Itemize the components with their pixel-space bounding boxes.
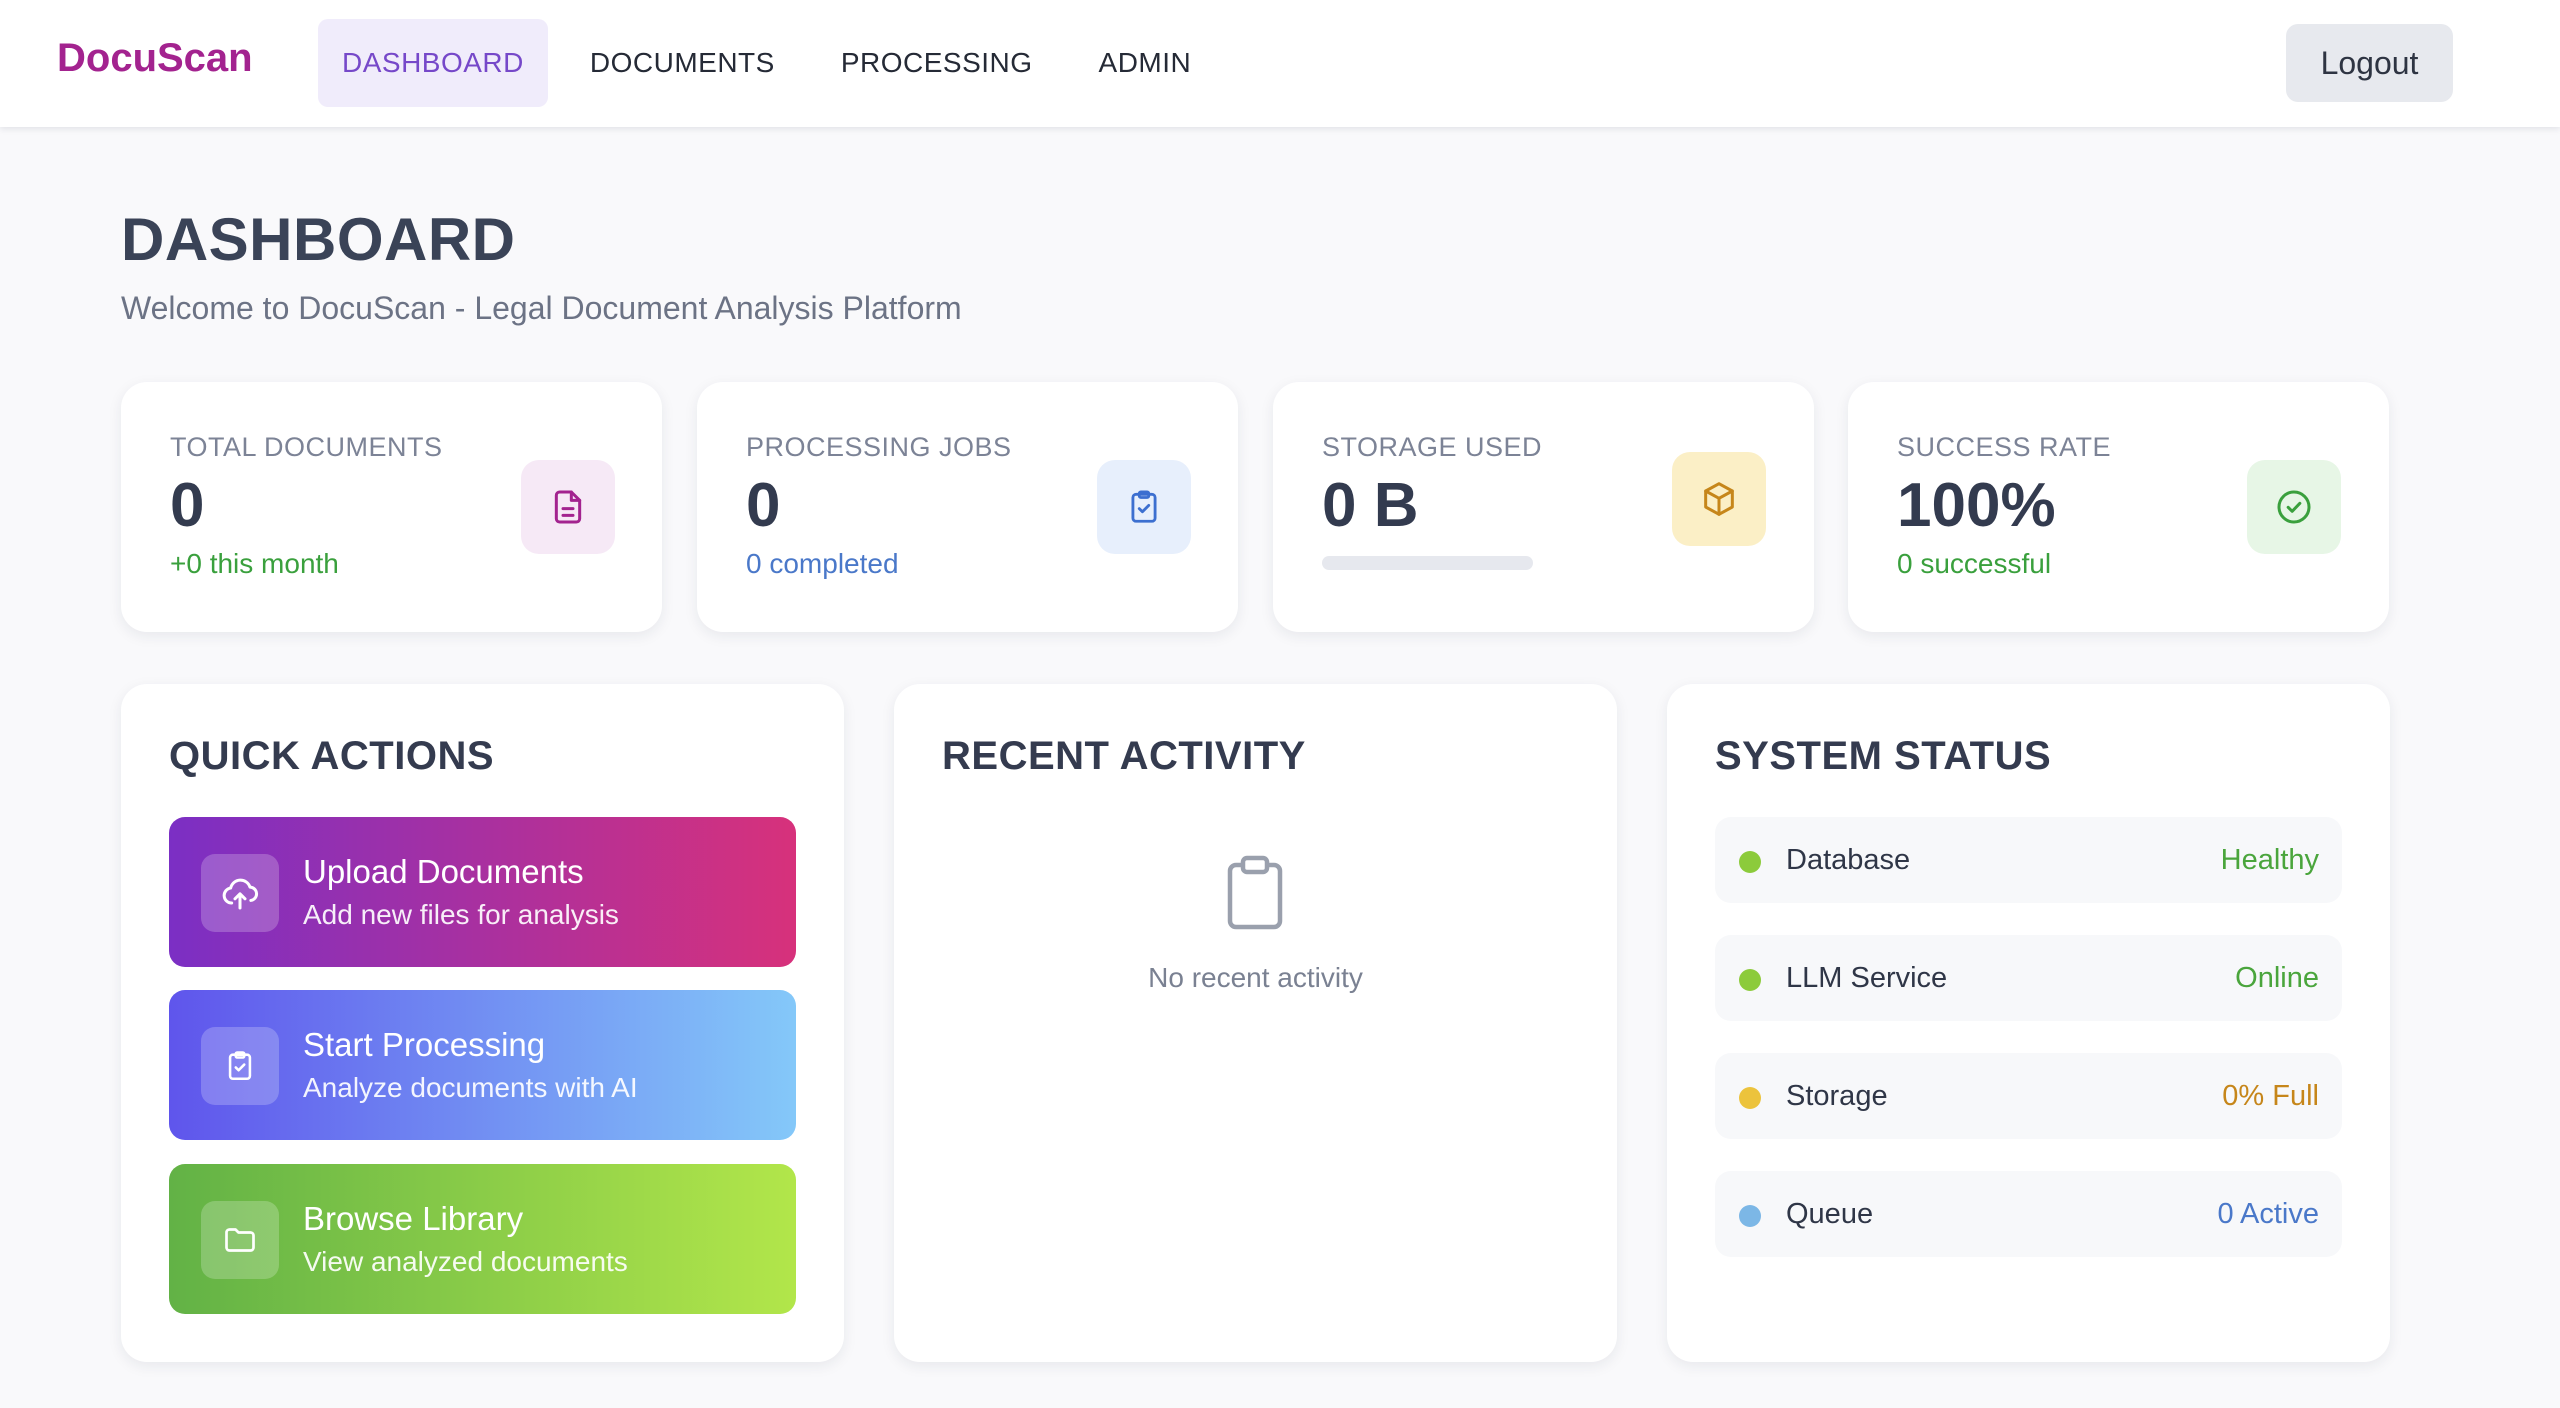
check-circle-icon [2247,460,2341,554]
action-subtitle: Add new files for analysis [303,899,619,930]
panel-title: SYSTEM STATUS [1715,734,2052,778]
document-icon [521,460,615,554]
status-name: LLM Service [1786,962,1948,994]
stat-card-storage-used: STORAGE USED 0 B [1273,382,1814,632]
system-status-panel: SYSTEM STATUS Database Healthy LLM Servi… [1667,684,2390,1362]
cloud-upload-icon [201,854,279,932]
action-title: Start Processing [303,1026,546,1063]
clipboard-check-icon [201,1027,279,1105]
stat-value: 100% [1897,471,2056,540]
stat-subtext: +0 this month [170,548,339,579]
nav-link-processing[interactable]: PROCESSING [817,19,1057,107]
stat-card-processing-jobs: PROCESSING JOBS 0 0 completed [697,382,1238,632]
stat-card-success-rate: SUCCESS RATE 100% 0 successful [1848,382,2389,632]
panel-title: QUICK ACTIONS [169,734,495,778]
recent-activity-panel: RECENT ACTIVITY No recent activity [894,684,1617,1362]
folder-icon [201,1201,279,1279]
empty-state-text: No recent activity [1148,962,1363,993]
nav-link-dashboard[interactable]: DASHBOARD [318,19,548,107]
top-navbar: DocuScan DASHBOARD DOCUMENTS PROCESSING … [0,0,2560,127]
stat-label: STORAGE USED [1322,432,1543,462]
stat-value: 0 [170,471,205,540]
status-dot [1739,969,1761,991]
stat-value: 0 B [1322,471,1419,540]
box-icon [1672,452,1766,546]
action-subtitle: Analyze documents with AI [303,1072,638,1103]
clipboard-check-icon [1097,460,1191,554]
status-name: Database [1786,844,1911,876]
page-title: DASHBOARD [121,206,516,273]
stat-value: 0 [746,471,781,540]
stat-card-total-documents: TOTAL DOCUMENTS 0 +0 this month [121,382,662,632]
status-row-database: Database Healthy [1715,817,2342,903]
status-name: Queue [1786,1198,1874,1230]
browse-library-button[interactable]: Browse Library View analyzed documents [169,1164,796,1314]
status-name: Storage [1786,1080,1888,1112]
start-processing-button[interactable]: Start Processing Analyze documents with … [169,990,796,1140]
status-value: Healthy [2220,844,2319,876]
stat-subtext: 0 successful [1897,548,2052,579]
status-row-queue: Queue 0 Active [1715,1171,2342,1257]
status-dot [1739,1087,1761,1109]
status-row-llm-service: LLM Service Online [1715,935,2342,1021]
stat-label: SUCCESS RATE [1897,432,2112,462]
status-dot [1739,1205,1761,1227]
status-dot [1739,851,1761,873]
status-row-storage: Storage 0% Full [1715,1053,2342,1139]
stat-subtext: 0 completed [746,548,899,579]
status-value: Online [2235,962,2319,994]
logout-button[interactable]: Logout [2286,24,2453,102]
stat-label: PROCESSING JOBS [746,432,1012,462]
status-value: 0% Full [2222,1080,2319,1112]
nav-links: DASHBOARD DOCUMENTS PROCESSING ADMIN [318,19,1215,107]
brand-logo[interactable]: DocuScan [57,36,253,81]
storage-progress-bar [1322,556,1533,570]
page-subtitle: Welcome to DocuScan - Legal Document Ana… [121,290,962,326]
nav-link-admin[interactable]: ADMIN [1075,19,1216,107]
nav-link-documents[interactable]: DOCUMENTS [566,19,799,107]
status-value: 0 Active [2217,1198,2319,1230]
action-subtitle: View analyzed documents [303,1246,628,1277]
upload-documents-button[interactable]: Upload Documents Add new files for analy… [169,817,796,967]
action-title: Upload Documents [303,853,584,890]
action-title: Browse Library [303,1200,524,1237]
quick-actions-panel: QUICK ACTIONS Upload Documents Add new f… [121,684,844,1362]
panel-title: RECENT ACTIVITY [942,734,1306,778]
clipboard-icon [1225,855,1285,936]
stat-label: TOTAL DOCUMENTS [170,432,443,462]
